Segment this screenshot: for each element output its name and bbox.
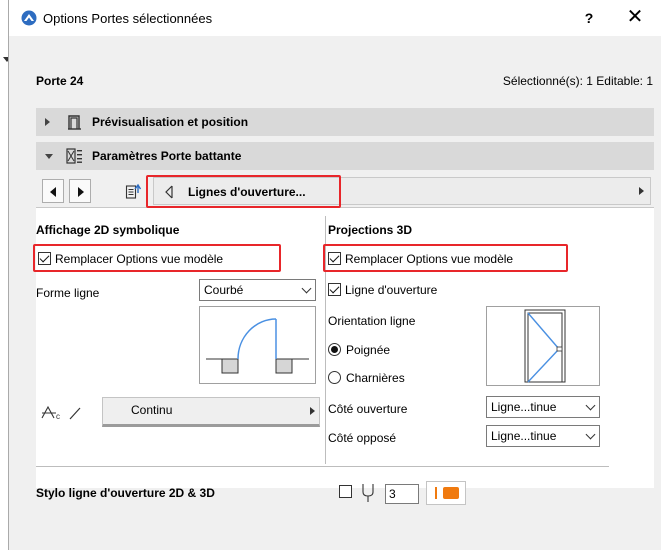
section-label: Prévisualisation et position (92, 115, 249, 129)
pen-icon (362, 484, 374, 502)
pen-enable-checkbox[interactable] (339, 485, 352, 498)
opposite-side-label: Côté opposé (328, 431, 397, 445)
column-divider (325, 216, 326, 464)
submenu-arrow-icon (310, 407, 315, 415)
opening-line-label: Ligne d'ouverture (345, 283, 438, 297)
override-3d-checkbox[interactable] (328, 252, 341, 265)
line-type-value: Continu (131, 403, 173, 417)
collapse-arrow-icon (45, 154, 53, 159)
next-panel-button[interactable] (69, 179, 91, 203)
panel-select-label: Lignes d'ouverture... (188, 185, 306, 199)
line-shape-label: Forme ligne (36, 286, 100, 300)
line-type-icon: c (41, 405, 81, 420)
section-label: Paramètres Porte battante (92, 149, 242, 163)
opening-side-label: Côté ouverture (328, 402, 408, 416)
orientation-label: Orientation ligne (328, 314, 416, 328)
radio-handle-label: Poignée (346, 343, 391, 357)
parameters-icon (66, 148, 82, 164)
opening-side-value: Ligne...tinue (491, 400, 557, 414)
opposite-side-dropdown[interactable]: Ligne...tinue (486, 425, 600, 447)
pen-color-swatch[interactable] (426, 481, 466, 505)
panel-select[interactable]: Lignes d'ouverture... (153, 177, 651, 205)
panel-navigator: Lignes d'ouverture... (36, 174, 654, 208)
options-dialog: Options Portes sélectionnées ? ✕ Porte 2… (8, 0, 661, 550)
opposite-side-value: Ligne...tinue (491, 429, 557, 443)
door-opening-preview-icon (524, 309, 566, 383)
chevron-down-icon (301, 283, 312, 294)
pen-number-value: 3 (389, 487, 396, 501)
line-shape-dropdown[interactable]: Courbé (199, 279, 316, 301)
selection-info: Sélectionné(s): 1 Editable: 1 (502, 74, 653, 88)
symbolic-2d-heading: Affichage 2D symbolique (36, 223, 180, 237)
svg-text:c: c (56, 412, 60, 420)
opening-lines-icon (165, 185, 173, 199)
line-type-selector[interactable]: Continu (102, 397, 320, 427)
archicad-logo-icon (21, 10, 37, 26)
override-3d-label: Remplacer Options vue modèle (345, 252, 514, 266)
projections-3d-heading: Projections 3D (328, 223, 413, 237)
section-door-params[interactable]: Paramètres Porte battante (36, 142, 654, 170)
door-elevation-preview (486, 306, 600, 386)
arrow-left-icon (50, 187, 56, 197)
close-button[interactable]: ✕ (623, 6, 647, 30)
line-shape-value: Courbé (204, 283, 244, 297)
door-preview-icon (68, 115, 81, 130)
radio-hinges[interactable] (328, 371, 341, 384)
previous-panel-button[interactable] (42, 179, 64, 203)
override-2d-label: Remplacer Options vue modèle (55, 252, 224, 266)
opening-side-dropdown[interactable]: Ligne...tinue (486, 396, 600, 418)
section-divider (36, 466, 609, 467)
export-settings-icon[interactable] (125, 183, 141, 199)
chevron-down-icon (585, 400, 596, 411)
element-name: Porte 24 (36, 74, 84, 88)
pen-color-chip (443, 487, 459, 499)
radio-handle[interactable] (328, 343, 341, 356)
expand-arrow-icon (45, 118, 50, 126)
submenu-arrow-icon (639, 187, 644, 195)
opening-line-checkbox[interactable] (328, 283, 341, 296)
section-preview-position[interactable]: Prévisualisation et position (36, 108, 654, 136)
help-button[interactable]: ? (577, 6, 601, 30)
line-shape-preview (199, 306, 316, 384)
title-bar: Options Portes sélectionnées ? ✕ (9, 0, 661, 36)
chevron-down-icon (585, 429, 596, 440)
curved-swing-preview-icon (206, 318, 309, 374)
pen-color-bar (435, 487, 437, 499)
radio-hinges-label: Charnières (346, 371, 405, 385)
pen-label: Stylo ligne d'ouverture 2D & 3D (36, 486, 215, 500)
pen-number-field[interactable]: 3 (385, 484, 419, 504)
override-2d-checkbox[interactable] (38, 252, 51, 265)
window-title: Options Portes sélectionnées (43, 11, 213, 26)
arrow-right-icon (78, 187, 84, 197)
